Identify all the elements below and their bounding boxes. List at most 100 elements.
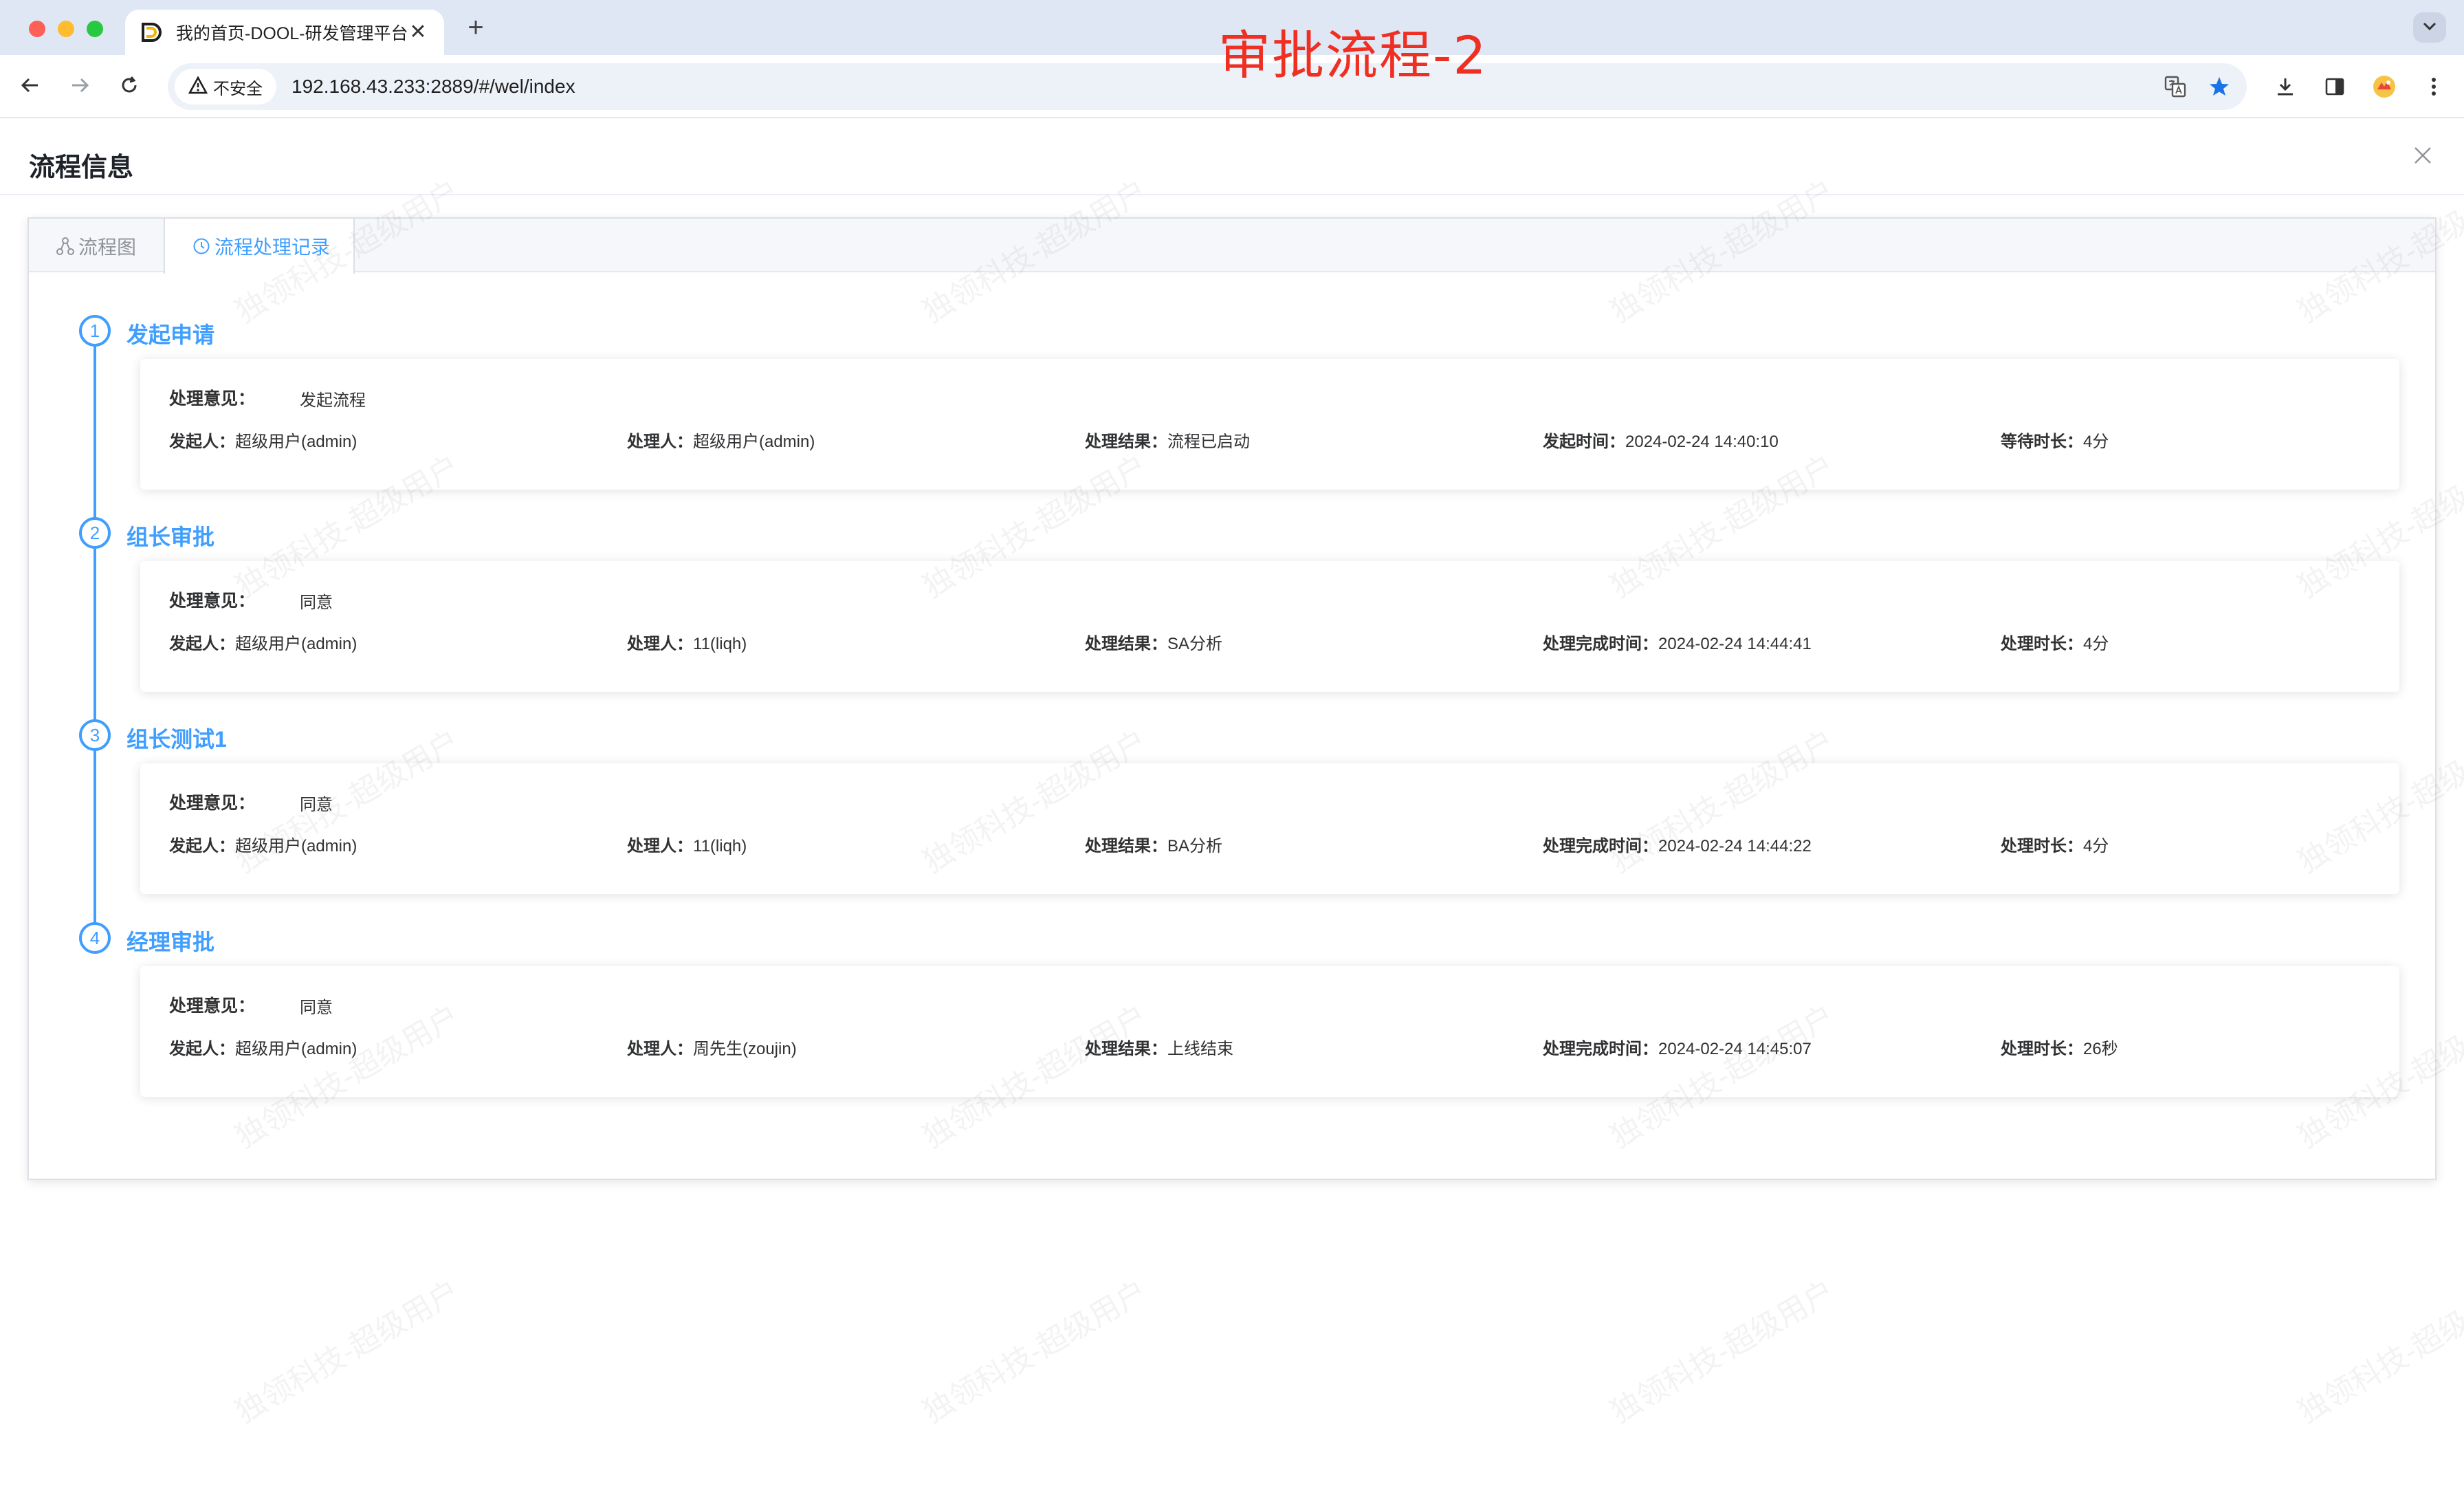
dool-logo-icon xyxy=(140,21,164,44)
field-value: 4分 xyxy=(2083,635,2109,653)
field-time: 处理完成时间：2024-02-24 14:45:07 xyxy=(1543,1035,1812,1059)
dialog-header: 流程信息 xyxy=(0,118,2464,195)
bookmark-star-icon[interactable] xyxy=(2203,70,2236,103)
reload-icon xyxy=(119,75,140,99)
field-time: 处理完成时间：2024-02-24 14:44:22 xyxy=(1543,832,1812,856)
field-value: 2024-02-24 14:44:22 xyxy=(1658,837,1812,855)
field-duration: 处理时长：26秒 xyxy=(2001,1035,2118,1059)
step-number-badge: 1 xyxy=(79,315,111,347)
field-result: 处理结果：SA分析 xyxy=(1085,630,1222,654)
clock-icon xyxy=(191,236,212,257)
field-value: 超级用户(admin) xyxy=(235,1040,358,1058)
browser-tab-active[interactable]: 我的首页-DOOL-研发管理平台 ✕ xyxy=(125,10,444,55)
tab-flow-chart[interactable]: 流程图 xyxy=(29,219,164,274)
reload-button[interactable] xyxy=(113,70,146,103)
field-label: 处理人： xyxy=(627,837,693,855)
close-icon xyxy=(2413,146,2432,168)
arrow-right-icon xyxy=(69,75,90,99)
watermark: 独领科技-超级用户 xyxy=(1605,1274,1840,1430)
field-value: 超级用户(admin) xyxy=(235,837,358,855)
field-duration: 处理时长：4分 xyxy=(2001,630,2109,654)
record-card: 处理意见： 同意 发起人：超级用户(admin) 处理人：11(liqh) 处理… xyxy=(140,561,2399,692)
watermark: 独领科技-超级用户 xyxy=(230,1274,465,1430)
field-result: 处理结果：流程已启动 xyxy=(1085,428,1250,452)
translate-icon[interactable] xyxy=(2159,70,2192,103)
side-panel-icon[interactable] xyxy=(2318,70,2351,103)
field-label: 处理完成时间： xyxy=(1543,1040,1658,1058)
profile-avatar-icon[interactable] xyxy=(2368,70,2401,103)
field-value: 超级用户(admin) xyxy=(235,433,358,451)
field-handler: 处理人：11(liqh) xyxy=(627,630,747,654)
opinion-value: 发起流程 xyxy=(300,391,366,410)
warning-triangle-icon xyxy=(188,75,208,98)
opinion-value: 同意 xyxy=(300,998,333,1017)
field-result: 处理结果：BA分析 xyxy=(1085,832,1222,856)
step-number-badge: 4 xyxy=(79,922,111,954)
field-label: 处理时长： xyxy=(2001,837,2083,855)
forward-button[interactable] xyxy=(63,70,96,103)
field-label: 发起人： xyxy=(169,433,235,451)
new-tab-button[interactable]: + xyxy=(461,12,491,43)
download-icon[interactable] xyxy=(2269,70,2302,103)
window-zoom-button[interactable] xyxy=(87,21,103,37)
field-result: 处理结果：上线结束 xyxy=(1085,1035,1233,1059)
field-value: 超级用户(admin) xyxy=(693,433,815,451)
field-value: 11(liqh) xyxy=(693,837,747,855)
flow-chart-icon xyxy=(55,236,76,257)
field-initiator: 发起人：超级用户(admin) xyxy=(169,832,357,856)
field-value: 2024-02-24 14:45:07 xyxy=(1658,1040,1812,1058)
field-initiator: 发起人：超级用户(admin) xyxy=(169,630,357,654)
field-label: 处理结果： xyxy=(1085,1040,1167,1058)
tab-search-button[interactable] xyxy=(2413,12,2446,43)
field-label: 处理结果： xyxy=(1085,635,1167,653)
arrow-left-icon xyxy=(20,75,41,99)
field-label: 处理时长： xyxy=(2001,635,2083,653)
field-duration: 等待时长：4分 xyxy=(2001,428,2109,452)
tab-process-record[interactable]: 流程处理记录 xyxy=(164,219,355,274)
field-label: 处理人： xyxy=(627,433,693,451)
step-title: 组长审批 xyxy=(126,525,215,549)
field-value: BA分析 xyxy=(1167,837,1223,855)
field-value: 2024-02-24 14:44:41 xyxy=(1658,635,1812,653)
field-value: 4分 xyxy=(2083,433,2109,451)
field-value: 流程已启动 xyxy=(1167,433,1250,451)
field-label: 发起时间： xyxy=(1543,433,1625,451)
opinion-value: 同意 xyxy=(300,796,333,814)
field-label: 处理人： xyxy=(627,1040,693,1058)
field-handler: 处理人：周先生(zoujin) xyxy=(627,1035,797,1059)
opinion-label: 处理意见： xyxy=(169,591,256,611)
window-close-button[interactable] xyxy=(29,21,45,37)
field-time: 发起时间：2024-02-24 14:40:10 xyxy=(1543,428,1779,452)
more-menu-icon[interactable] xyxy=(2417,70,2450,103)
field-value: SA分析 xyxy=(1167,635,1223,653)
field-label: 发起人： xyxy=(169,1040,235,1058)
field-label: 处理时长： xyxy=(2001,1040,2083,1058)
process-tabs: 流程图 流程处理记录 xyxy=(29,219,2435,274)
browser-tab-title: 我的首页-DOOL-研发管理平台 xyxy=(176,24,407,43)
field-value: 超级用户(admin) xyxy=(235,635,358,653)
window-minimize-button[interactable] xyxy=(58,21,74,37)
field-initiator: 发起人：超级用户(admin) xyxy=(169,428,357,452)
record-card: 处理意见： 发起流程 发起人：超级用户(admin) 处理人：超级用户(admi… xyxy=(140,359,2399,490)
chevron-down-icon xyxy=(2422,21,2437,34)
field-label: 处理完成时间： xyxy=(1543,635,1658,653)
watermark: 独领科技-超级用户 xyxy=(917,1274,1153,1430)
field-value: 26秒 xyxy=(2083,1040,2118,1058)
security-indicator[interactable]: 不安全 xyxy=(175,69,276,105)
field-value: 11(liqh) xyxy=(693,635,747,653)
watermark: 独领科技-超级用户 xyxy=(2292,1274,2464,1430)
field-value: 4分 xyxy=(2083,837,2109,855)
browser-tab-close-icon[interactable]: ✕ xyxy=(407,21,429,43)
overlay-annotation-title: 审批流程-2 xyxy=(1218,25,1488,86)
back-button[interactable] xyxy=(14,70,47,103)
field-value: 2024-02-24 14:40:10 xyxy=(1625,433,1779,451)
dialog-close-button[interactable] xyxy=(2409,143,2436,171)
step-title: 发起申请 xyxy=(126,323,215,347)
field-handler: 处理人：超级用户(admin) xyxy=(627,428,815,452)
address-bar[interactable]: 不安全 192.168.43.233:2889/#/wel/index xyxy=(168,63,2247,110)
field-label: 发起人： xyxy=(169,635,235,653)
dialog-title: 流程信息 xyxy=(29,153,134,182)
opinion-label: 处理意见： xyxy=(169,794,256,813)
field-handler: 处理人：11(liqh) xyxy=(627,832,747,856)
security-label: 不安全 xyxy=(213,79,263,98)
